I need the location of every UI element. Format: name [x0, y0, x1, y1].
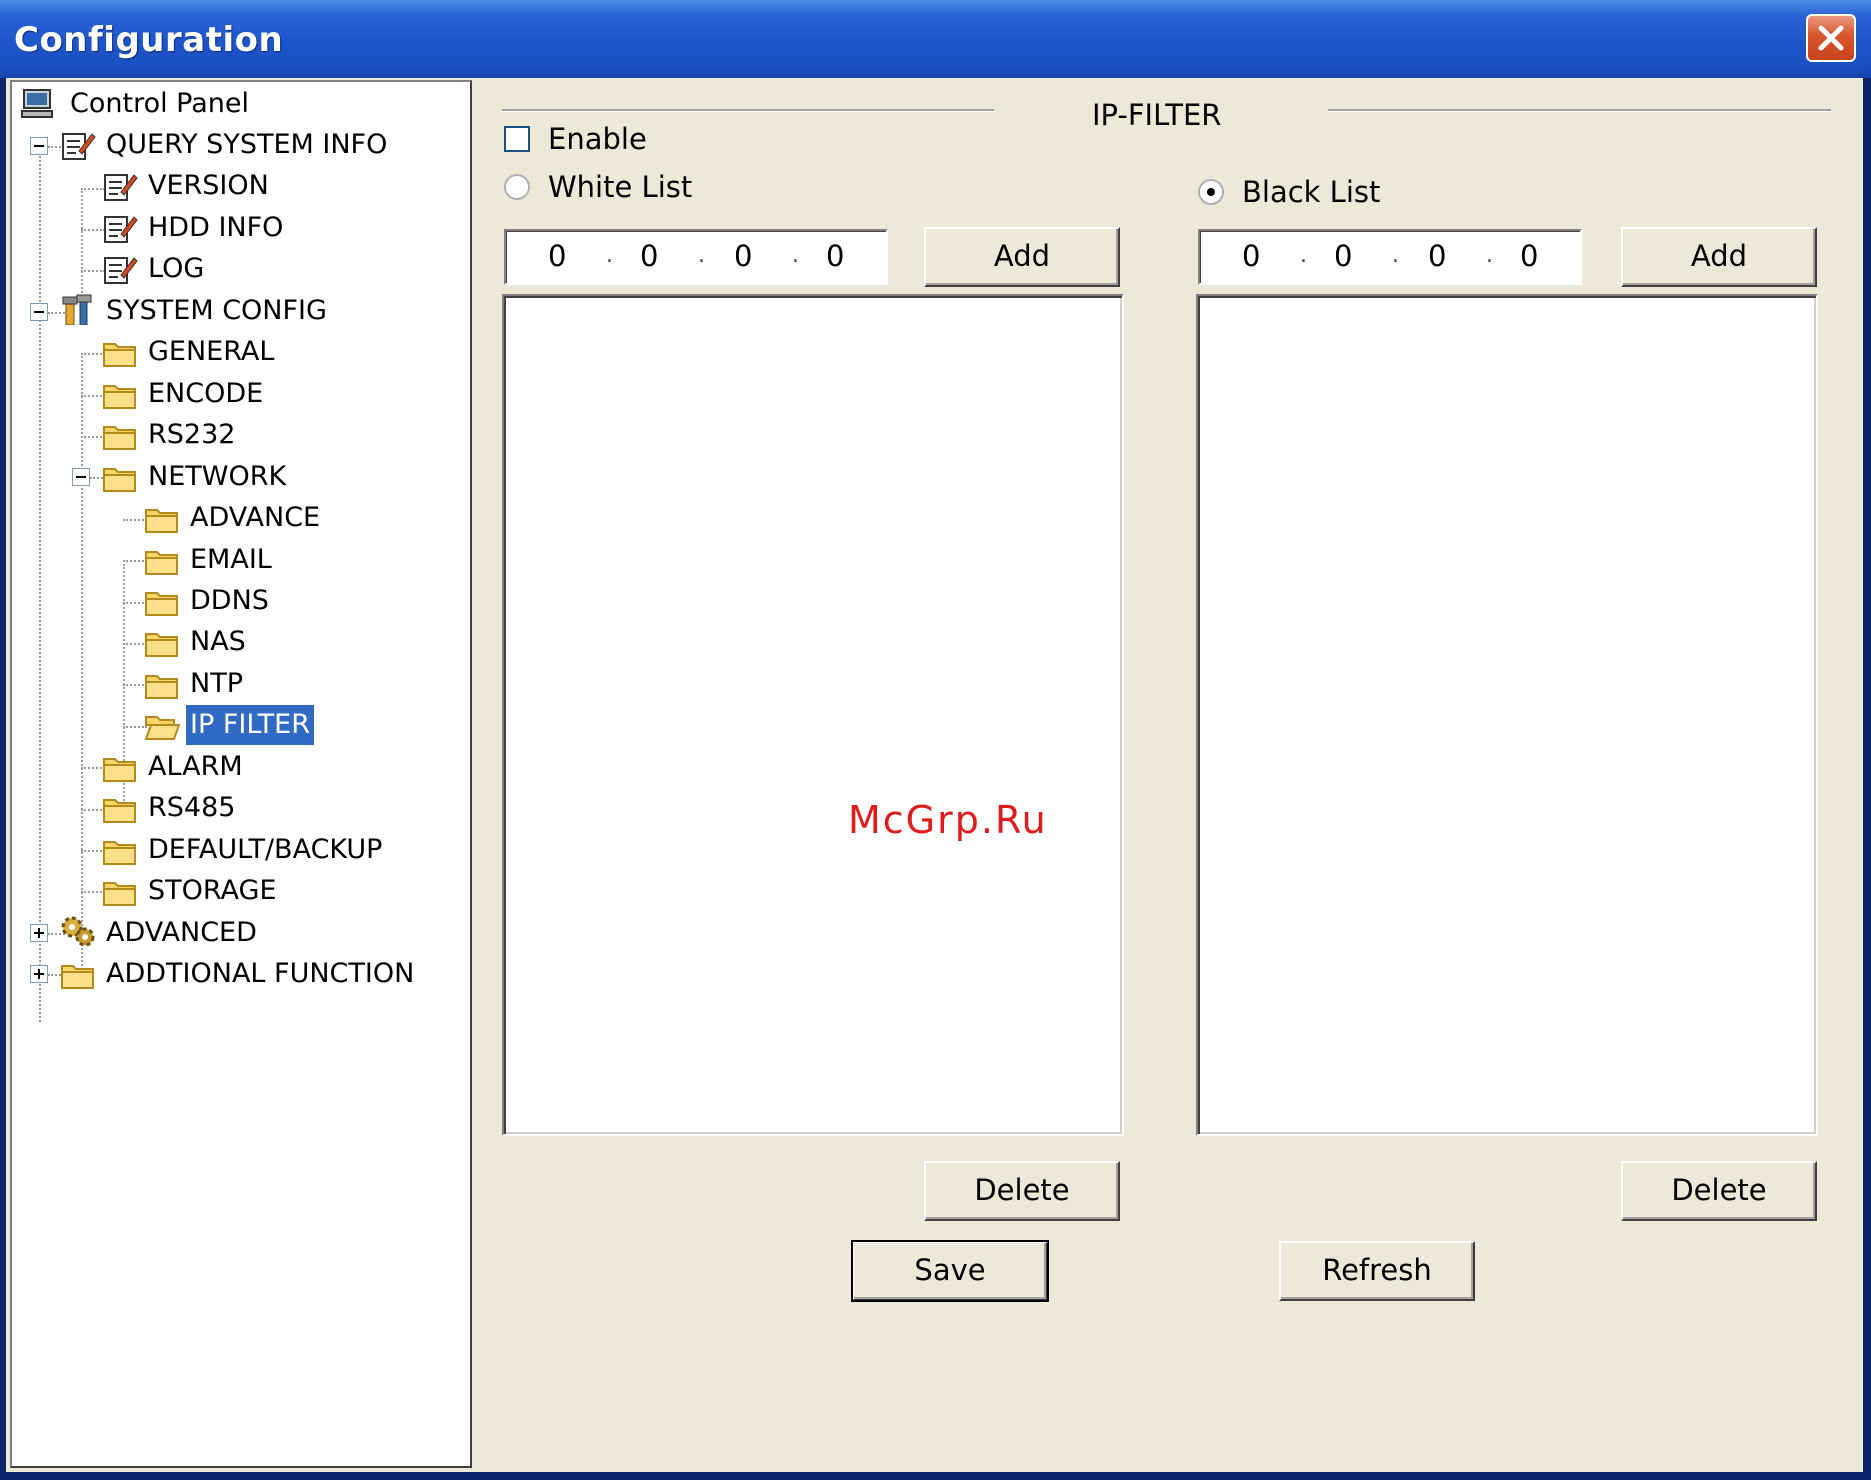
black-list-add-button[interactable]: Add — [1621, 227, 1817, 287]
ip-octet[interactable]: 0 — [1242, 239, 1260, 273]
enable-label[interactable]: Enable — [548, 122, 647, 156]
tree-line — [81, 356, 83, 966]
save-button[interactable]: Save — [851, 1240, 1049, 1302]
folder-icon — [145, 592, 178, 616]
folder-icon — [103, 343, 136, 367]
close-icon — [1818, 25, 1844, 51]
expand-advanced[interactable] — [30, 924, 48, 942]
computer-icon — [21, 89, 53, 118]
client-area: Control Panel QUERY SYSTEM INFO VERSION — [6, 78, 1863, 1472]
tree-item-label: STORAGE — [148, 875, 277, 906]
tree-item-label: EMAIL — [190, 544, 272, 575]
white-list-delete-button[interactable]: Delete — [924, 1161, 1120, 1221]
open-folder-icon — [144, 716, 180, 740]
ip-octet[interactable]: 0 — [1334, 239, 1352, 273]
white-list-radio[interactable] — [504, 174, 530, 200]
folder-icon — [103, 799, 136, 823]
ip-separator: . — [1392, 243, 1399, 268]
tree-item-label: RS232 — [148, 419, 236, 450]
tree-item-label: ALARM — [148, 751, 243, 782]
folder-icon — [103, 468, 136, 492]
title-bar[interactable]: Configuration — [0, 0, 1871, 78]
watermark-text: McGrp.Ru — [848, 798, 1048, 842]
group-divider — [1328, 109, 1831, 112]
navigation-tree[interactable]: Control Panel QUERY SYSTEM INFO VERSION — [10, 80, 472, 1468]
black-list-label[interactable]: Black List — [1242, 175, 1380, 209]
ip-octet[interactable]: 0 — [1520, 239, 1538, 273]
ip-filter-panel: IP-FILTER Enable White List Black List 0… — [480, 78, 1863, 1472]
folder-icon — [61, 965, 94, 989]
folder-icon — [145, 551, 178, 575]
tree-item-label: Control Panel — [70, 88, 250, 119]
white-list-label[interactable]: White List — [548, 170, 692, 204]
tree-item-label: NAS — [190, 626, 246, 657]
collapse-network[interactable] — [72, 468, 90, 486]
tree-item-label: SYSTEM CONFIG — [106, 295, 327, 326]
ip-separator: . — [1300, 243, 1307, 268]
ip-separator: . — [698, 243, 705, 268]
ip-separator: . — [792, 243, 799, 268]
tree-item-label: HDD INFO — [148, 212, 284, 243]
expand-addtional-function[interactable] — [30, 965, 48, 983]
tree-item-label: ADDTIONAL FUNCTION — [106, 958, 415, 989]
tree-line — [39, 152, 41, 1022]
window-title: Configuration — [14, 20, 284, 60]
folder-icon — [145, 509, 178, 533]
gears-icon — [61, 916, 95, 947]
tree-item-label: ADVANCED — [106, 917, 257, 948]
black-list-delete-button[interactable]: Delete — [1621, 1161, 1817, 1221]
ip-octet[interactable]: 0 — [640, 239, 658, 273]
folder-icon — [145, 633, 178, 657]
notepad-icon — [104, 257, 138, 284]
white-list-box[interactable] — [502, 294, 1124, 1136]
collapse-system-config[interactable] — [30, 303, 48, 321]
tree-item-label: IP FILTER — [186, 705, 314, 745]
tree-item-label: DDNS — [190, 585, 269, 616]
tree-item-label: GENERAL — [148, 336, 275, 367]
ip-separator: . — [606, 243, 613, 268]
white-list-add-button[interactable]: Add — [924, 227, 1120, 287]
close-button[interactable] — [1806, 14, 1856, 62]
white-list-ip-input[interactable]: 0 . 0 . 0 . 0 — [504, 229, 888, 285]
ip-separator: . — [1486, 243, 1493, 268]
folder-icon — [103, 841, 136, 865]
tree-item-label: RS485 — [148, 792, 236, 823]
ip-octet[interactable]: 0 — [548, 239, 566, 273]
notepad-icon — [62, 133, 96, 160]
ip-octet[interactable]: 0 — [734, 239, 752, 273]
folder-icon — [145, 675, 178, 699]
notepad-icon — [104, 216, 138, 243]
tree-item-label: NETWORK — [148, 461, 287, 492]
enable-checkbox[interactable] — [504, 126, 530, 152]
ip-octet[interactable]: 0 — [1428, 239, 1446, 273]
folder-icon — [103, 758, 136, 782]
tree-item-label: NTP — [190, 668, 243, 699]
refresh-button[interactable]: Refresh — [1279, 1241, 1475, 1301]
group-divider — [502, 109, 994, 112]
black-list-radio[interactable] — [1198, 179, 1224, 205]
tree-item-label: QUERY SYSTEM INFO — [106, 129, 388, 160]
tools-icon — [62, 294, 92, 325]
tree-item-label: LOG — [148, 253, 205, 284]
notepad-icon — [104, 174, 138, 201]
folder-icon — [103, 882, 136, 906]
black-list-ip-input[interactable]: 0 . 0 . 0 . 0 — [1198, 229, 1582, 285]
folder-icon — [103, 385, 136, 409]
tree-item-label: VERSION — [148, 170, 269, 201]
tree-item-label: DEFAULT/BACKUP — [148, 834, 383, 865]
configuration-window: Configuration Control Panel QUERY SYSTEM… — [0, 0, 1871, 1480]
group-title: IP-FILTER — [1092, 98, 1222, 132]
black-list-box[interactable] — [1196, 294, 1818, 1136]
folder-icon — [103, 426, 136, 450]
collapse-query-system-info[interactable] — [30, 137, 48, 155]
ip-octet[interactable]: 0 — [826, 239, 844, 273]
tree-item-label: ENCODE — [148, 378, 264, 409]
tree-item-label: ADVANCE — [190, 502, 321, 533]
